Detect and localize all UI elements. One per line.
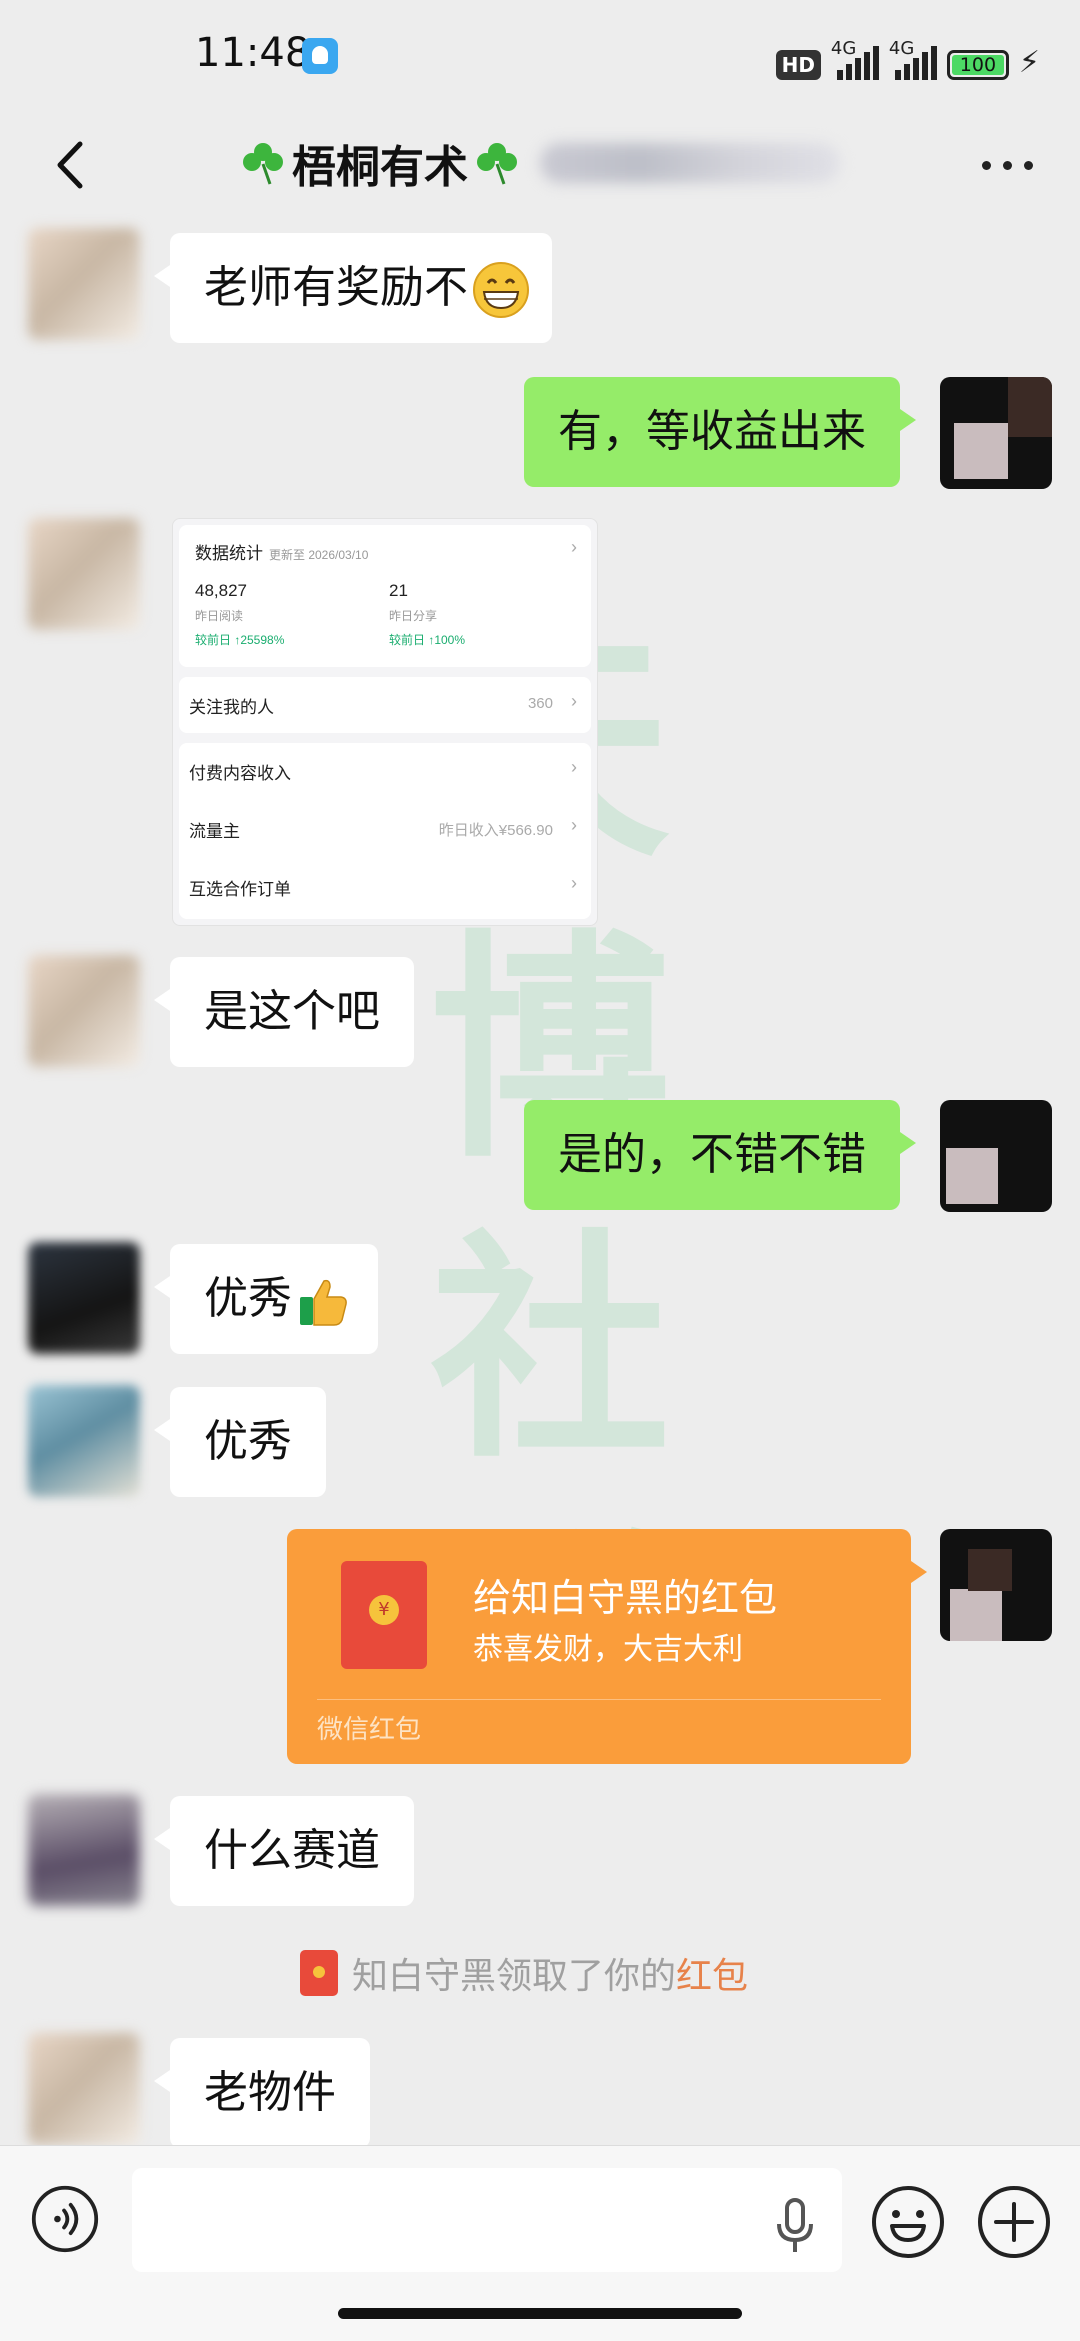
chevron-right-icon: ›: [571, 815, 577, 835]
message-bubble-self[interactable]: 是的，不错不错: [524, 1100, 916, 1210]
stat-change: 较前日 ↑100%: [389, 633, 466, 647]
message-text: 什么赛道: [204, 1825, 380, 1876]
signal-icon: 4G: [831, 38, 879, 80]
avatar[interactable]: [28, 955, 140, 1067]
row-label: 流量主: [189, 822, 240, 841]
emoji-icon[interactable]: [870, 2184, 946, 2260]
qq-notification-icon: [302, 38, 338, 74]
mic-icon[interactable]: [770, 2196, 820, 2256]
red-envelope-icon: ¥: [341, 1561, 427, 1669]
avatar-self[interactable]: [940, 1100, 1052, 1212]
status-indicators: HD 4G 4G 100 ⚡: [775, 38, 1040, 80]
status-time: 11:48: [195, 30, 311, 76]
row-label: 互选合作订单: [189, 880, 291, 899]
message-bubble[interactable]: 老物件: [154, 2038, 370, 2148]
message-text: 有，等收益出来: [558, 406, 866, 457]
message-text: 是这个吧: [204, 986, 380, 1037]
red-envelope-icon: [300, 1950, 338, 1996]
row-value: 360: [527, 695, 553, 712]
message-bubble[interactable]: 什么赛道: [154, 1796, 414, 1906]
stat-label: 昨日阅读: [195, 609, 244, 623]
voice-icon[interactable]: [30, 2184, 100, 2254]
income-section: 付费内容收入 › 流量主 昨日收入¥566.90 › 互选合作订单 ›: [179, 743, 591, 919]
avatar-self[interactable]: [940, 377, 1052, 489]
chat-title: 梧桐有术: [240, 128, 840, 198]
message-text: 是的，不错不错: [558, 1129, 866, 1180]
chevron-right-icon: ›: [571, 537, 577, 557]
system-message: 知白守黑领取了你的红包: [300, 1943, 748, 2003]
battery-level: 100: [959, 54, 997, 76]
grinning-face-icon: [473, 262, 529, 318]
message-bubble[interactable]: 老师有奖励不: [154, 233, 552, 343]
chat-header: 梧桐有术: [0, 120, 1080, 225]
signal-icon-2: 4G: [889, 38, 937, 80]
message-text: 老师有奖励不: [204, 262, 468, 313]
avatar[interactable]: [28, 1385, 140, 1497]
stats-title: 数据统计: [195, 544, 263, 563]
network-type-2: 4G: [888, 38, 915, 59]
stats-section: 数据统计 更新至 2026/03/10 › 48,827 昨日阅读 较前日 ↑25…: [179, 525, 591, 667]
stat-value: 48,827: [195, 581, 247, 600]
message-bubble[interactable]: 是这个吧: [154, 957, 414, 1067]
redacted-title-part: [540, 143, 840, 183]
followers-row: 关注我的人 360 ›: [179, 677, 591, 733]
row-label: 关注我的人: [189, 698, 274, 717]
divider: [317, 1699, 881, 1700]
chevron-right-icon: ›: [571, 757, 577, 777]
hd-voice-badge: HD: [775, 50, 821, 80]
stat-label: 昨日分享: [389, 609, 438, 623]
row-label: 付费内容收入: [189, 764, 291, 783]
red-packet-message[interactable]: ¥ 给知白守黑的红包 恭喜发财，大吉大利 微信红包: [287, 1529, 927, 1764]
chevron-right-icon: ›: [571, 873, 577, 893]
stat-value: 21: [389, 581, 408, 600]
red-packet-title: 给知白守黑的红包: [473, 1576, 778, 1620]
red-packet-subtitle: 恭喜发财，大吉大利: [473, 1632, 743, 1667]
charging-icon: ⚡: [1018, 45, 1040, 80]
message-bubble[interactable]: 优秀: [154, 1244, 378, 1354]
plus-icon[interactable]: [976, 2184, 1052, 2260]
avatar[interactable]: [28, 1242, 140, 1354]
red-packet-footer: 微信红包: [317, 1715, 422, 1745]
message-text: 老物件: [204, 2067, 336, 2118]
thumbs-up-icon: [300, 1279, 347, 1326]
red-packet-link[interactable]: 红包: [676, 1956, 748, 1997]
image-message-screenshot[interactable]: 数据统计 更新至 2026/03/10 › 48,827 昨日阅读 较前日 ↑25…: [172, 518, 598, 926]
avatar-self[interactable]: [940, 1529, 1052, 1641]
message-bubble-self[interactable]: 有，等收益出来: [524, 377, 916, 487]
input-bar: [0, 2145, 1080, 2341]
clover-icon: [477, 143, 517, 185]
system-message-text: 知白守黑领取了你的: [352, 1956, 677, 1997]
network-type-1: 4G: [830, 38, 857, 59]
status-bar: 11:48 HD 4G 4G 100 ⚡: [0, 0, 1080, 120]
row-value: 昨日收入¥566.90: [438, 822, 553, 839]
chevron-left-icon[interactable]: [38, 130, 108, 200]
avatar[interactable]: [28, 1794, 140, 1906]
avatar[interactable]: [28, 2033, 140, 2145]
chevron-right-icon: ›: [571, 691, 577, 711]
clover-icon: [243, 143, 283, 185]
message-text: 优秀: [204, 1273, 292, 1324]
message-bubble[interactable]: 优秀: [154, 1387, 326, 1497]
message-text: 优秀: [204, 1416, 292, 1467]
avatar[interactable]: [28, 228, 140, 340]
stat-change: 较前日 ↑25598%: [195, 633, 285, 647]
avatar[interactable]: [28, 518, 140, 630]
more-horizontal-icon[interactable]: [982, 150, 1042, 180]
battery-icon: 100: [946, 50, 1009, 80]
home-indicator[interactable]: [338, 2308, 742, 2319]
message-input[interactable]: [132, 2168, 842, 2272]
stats-updated: 更新至 2026/03/10: [269, 548, 369, 562]
chat-title-text: 梧桐有术: [292, 142, 468, 193]
